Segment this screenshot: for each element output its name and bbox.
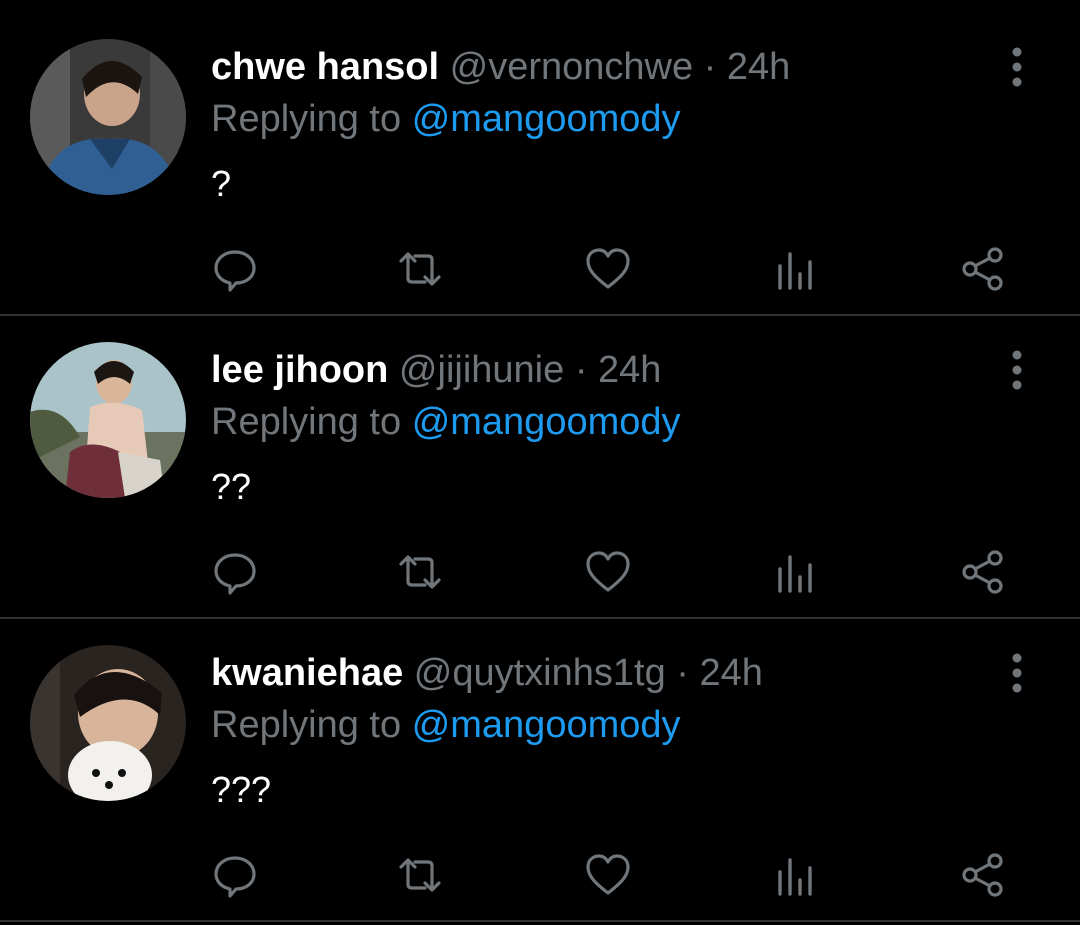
retweet-icon <box>399 858 441 892</box>
share-button[interactable] <box>958 850 1008 900</box>
tweet-item[interactable]: lee jihoon @jijihunie · 24h Replying to … <box>0 317 1080 619</box>
separator: · <box>574 349 588 391</box>
tweet-item[interactable]: chwe hansol @vernonchwe · 24h Replying t… <box>0 14 1080 316</box>
heart-icon <box>586 248 630 289</box>
views-button[interactable] <box>770 850 820 900</box>
display-name[interactable]: kwaniehae <box>211 652 403 694</box>
tweet-actions <box>210 547 1030 597</box>
views-icon <box>778 555 812 593</box>
tweet-text: ??? <box>211 769 272 810</box>
replying-to-label: Replying to <box>211 401 402 443</box>
replying-to-line: Replying to @mangoomody <box>211 702 681 748</box>
timestamp[interactable]: 24h <box>727 46 790 88</box>
more-vertical-icon <box>1012 350 1022 390</box>
avatar-photo <box>30 342 186 498</box>
reply-icon <box>214 553 256 595</box>
tweet-actions <box>210 850 1030 900</box>
reply-icon <box>214 856 256 898</box>
reply-feed: chwe hansol @vernonchwe · 24h Replying t… <box>0 0 1080 925</box>
more-options-button[interactable] <box>1000 44 1034 90</box>
retweet-button[interactable] <box>395 850 445 900</box>
retweet-icon <box>399 252 441 286</box>
reply-button[interactable] <box>210 244 260 294</box>
views-button[interactable] <box>770 547 820 597</box>
avatar-photo <box>30 39 186 195</box>
separator: · <box>703 46 717 88</box>
retweet-icon <box>399 555 441 589</box>
replying-to-label: Replying to <box>211 704 402 746</box>
avatar[interactable] <box>30 645 186 801</box>
display-name[interactable]: lee jihoon <box>211 349 388 391</box>
share-icon <box>962 853 1003 897</box>
like-button[interactable] <box>583 244 633 294</box>
share-icon <box>962 247 1003 291</box>
replying-to-line: Replying to @mangoomody <box>211 399 681 445</box>
share-button[interactable] <box>958 244 1008 294</box>
heart-icon <box>586 854 630 895</box>
tweet-header: chwe hansol @vernonchwe · 24h <box>211 44 790 90</box>
mention-link[interactable]: @mangoomody <box>412 98 681 140</box>
views-button[interactable] <box>770 244 820 294</box>
reply-icon <box>214 250 256 292</box>
user-handle[interactable]: @jijihunie <box>399 349 564 391</box>
tweet-item[interactable]: kwaniehae @quytxinhs1tg · 24h Replying t… <box>0 620 1080 922</box>
user-handle[interactable]: @vernonchwe <box>450 46 693 88</box>
tweet-actions <box>210 244 1030 294</box>
like-button[interactable] <box>583 850 633 900</box>
tweet-text: ?? <box>211 466 252 507</box>
display-name[interactable]: chwe hansol <box>211 46 439 88</box>
views-icon <box>778 252 812 290</box>
avatar-photo <box>30 645 186 801</box>
mention-link[interactable]: @mangoomody <box>412 704 681 746</box>
like-button[interactable] <box>583 547 633 597</box>
heart-icon <box>586 551 630 592</box>
more-options-button[interactable] <box>1000 650 1034 696</box>
retweet-button[interactable] <box>395 547 445 597</box>
retweet-button[interactable] <box>395 244 445 294</box>
separator: · <box>676 652 689 694</box>
more-vertical-icon <box>1012 653 1022 693</box>
reply-button[interactable] <box>210 850 260 900</box>
user-handle[interactable]: @quytxinhs1tg <box>414 652 666 694</box>
tweet-header: kwaniehae @quytxinhs1tg · 24h <box>211 650 763 696</box>
replying-to-label: Replying to <box>211 98 402 140</box>
avatar[interactable] <box>30 39 186 195</box>
share-icon <box>962 550 1003 594</box>
replying-to-line: Replying to @mangoomody <box>211 96 681 142</box>
more-vertical-icon <box>1012 47 1022 87</box>
avatar[interactable] <box>30 342 186 498</box>
timestamp[interactable]: 24h <box>598 349 661 391</box>
tweet-header: lee jihoon @jijihunie · 24h <box>211 347 661 393</box>
reply-button[interactable] <box>210 547 260 597</box>
mention-link[interactable]: @mangoomody <box>412 401 681 443</box>
tweet-text: ? <box>211 163 232 204</box>
more-options-button[interactable] <box>1000 347 1034 393</box>
views-icon <box>778 858 812 896</box>
share-button[interactable] <box>958 547 1008 597</box>
timestamp[interactable]: 24h <box>700 652 763 694</box>
